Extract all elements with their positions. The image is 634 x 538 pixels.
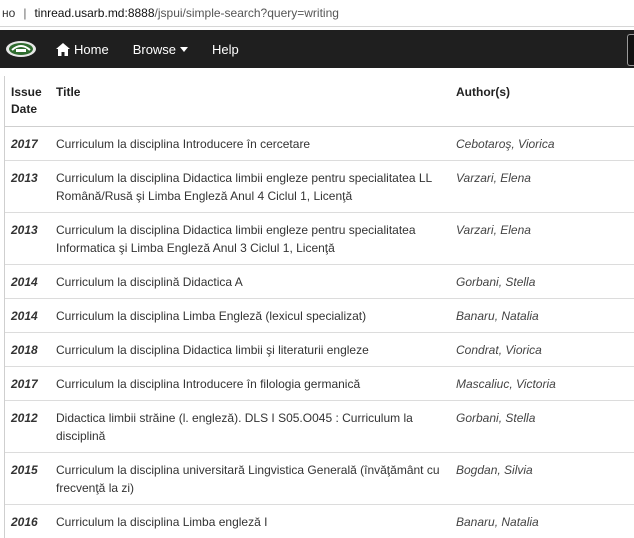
issue-date: 2014: [5, 265, 50, 299]
author-link[interactable]: Varzari, Elena: [450, 213, 634, 265]
author-link[interactable]: Gorbani, Stella: [450, 401, 634, 453]
author-link[interactable]: Banaru, Natalia: [450, 299, 634, 333]
column-header-issue-date[interactable]: Issue Date: [5, 76, 50, 127]
issue-date: 2017: [5, 367, 50, 401]
item-title-link[interactable]: Curriculum la disciplină Didactica A: [50, 265, 450, 299]
issue-date: 2013: [5, 213, 50, 265]
author-link[interactable]: Gorbani, Stella: [450, 265, 634, 299]
author-link[interactable]: Bogdan, Silvia: [450, 453, 634, 505]
author-link[interactable]: Condrat, Viorica: [450, 333, 634, 367]
issue-date: 2015: [5, 453, 50, 505]
top-navbar: Home Browse Help: [0, 30, 634, 68]
item-title-link[interactable]: Curriculum la disciplina Limba engleză I: [50, 505, 450, 538]
table-row: 2016 Curriculum la disciplina Limba engl…: [5, 505, 634, 538]
results-table: Issue Date Title Author(s) 2017 Curricul…: [5, 76, 634, 538]
nav-home-label: Home: [74, 42, 109, 57]
address-bar[interactable]: но | tinread.usarb.md:8888/jspui/simple-…: [0, 0, 634, 27]
author-link[interactable]: Cebotaroş, Viorica: [450, 127, 634, 161]
column-header-title[interactable]: Title: [50, 76, 450, 127]
issue-date: 2016: [5, 505, 50, 538]
issue-date: 2014: [5, 299, 50, 333]
table-row: 2018 Curriculum la disciplina Didactica …: [5, 333, 634, 367]
table-row: 2017 Curriculum la disciplina Introducer…: [5, 367, 634, 401]
search-results: Issue Date Title Author(s) 2017 Curricul…: [4, 76, 634, 538]
table-row: 2013 Curriculum la disciplina Didactica …: [5, 213, 634, 265]
nav-browse-label: Browse: [133, 42, 176, 57]
logo-emblem-icon: [4, 39, 38, 59]
nav-home[interactable]: Home: [56, 42, 109, 57]
column-header-authors[interactable]: Author(s): [450, 76, 634, 127]
item-title-link[interactable]: Curriculum la disciplina Introducere în …: [50, 127, 450, 161]
item-title-link[interactable]: Curriculum la disciplina Introducere în …: [50, 367, 450, 401]
issue-date: 2013: [5, 161, 50, 213]
table-row: 2017 Curriculum la disciplina Introducer…: [5, 127, 634, 161]
issue-date: 2012: [5, 401, 50, 453]
nav-help[interactable]: Help: [212, 42, 239, 57]
navbar-search-edge[interactable]: [627, 34, 634, 66]
item-title-link[interactable]: Curriculum la disciplina Didactica limbi…: [50, 333, 450, 367]
table-row: 2015 Curriculum la disciplina universita…: [5, 453, 634, 505]
caret-down-icon: [180, 47, 188, 52]
item-title-link[interactable]: Curriculum la disciplina Limba Engleză (…: [50, 299, 450, 333]
url-domain[interactable]: tinread.usarb.md:8888: [34, 6, 154, 20]
author-link[interactable]: Mascaliuc, Victoria: [450, 367, 634, 401]
site-logo[interactable]: [4, 38, 38, 60]
table-row: 2014 Curriculum la disciplina Limba Engl…: [5, 299, 634, 333]
author-link[interactable]: Banaru, Natalia: [450, 505, 634, 538]
table-row: 2012 Didactica limbii străine (l. englez…: [5, 401, 634, 453]
address-separator: |: [23, 6, 26, 20]
issue-date: 2017: [5, 127, 50, 161]
nav-help-label: Help: [212, 42, 239, 57]
home-icon: [56, 43, 70, 56]
item-title-link[interactable]: Didactica limbii străine (l. engleză). D…: [50, 401, 450, 453]
nav-browse-dropdown[interactable]: Browse: [133, 42, 188, 57]
author-link[interactable]: Varzari, Elena: [450, 161, 634, 213]
item-title-link[interactable]: Curriculum la disciplina Didactica limbi…: [50, 213, 450, 265]
table-row: 2013 Curriculum la disciplina Didactica …: [5, 161, 634, 213]
item-title-link[interactable]: Curriculum la disciplina universitară Li…: [50, 453, 450, 505]
issue-date: 2018: [5, 333, 50, 367]
address-prefix: но: [0, 6, 15, 20]
url-path[interactable]: /jspui/simple-search?query=writing: [155, 6, 339, 20]
item-title-link[interactable]: Curriculum la disciplina Didactica limbi…: [50, 161, 450, 213]
table-row: 2014 Curriculum la disciplină Didactica …: [5, 265, 634, 299]
